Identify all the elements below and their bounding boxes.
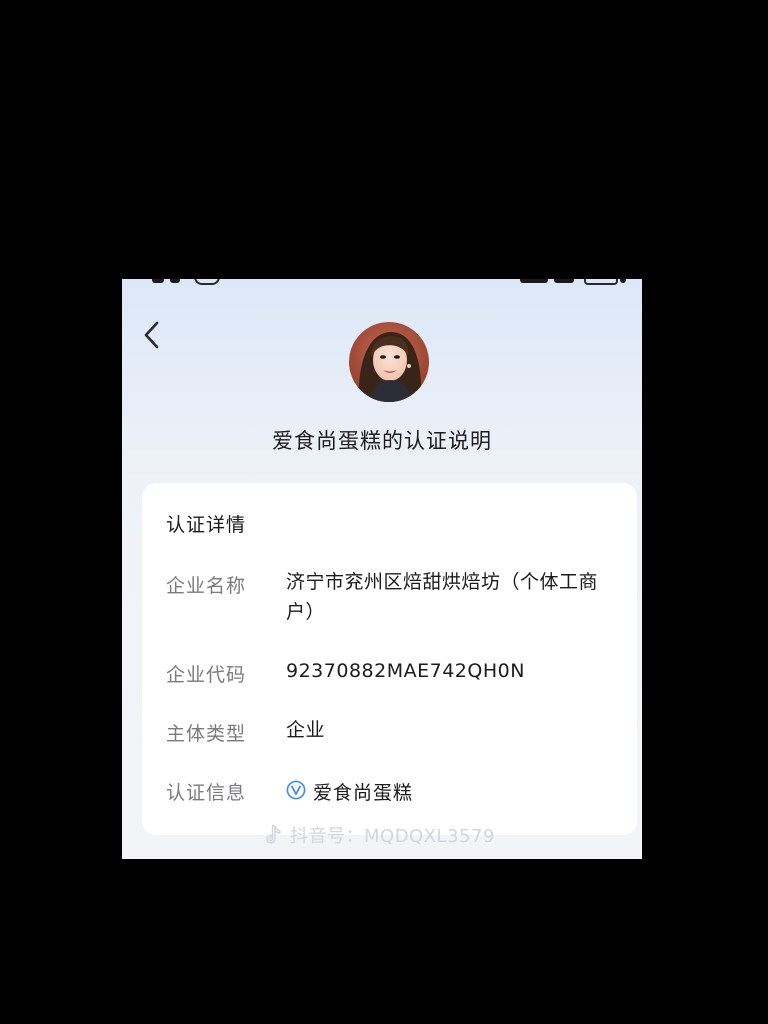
row-label-company-name: 企业名称 — [166, 575, 247, 597]
chevron-left-icon — [144, 321, 159, 349]
verified-v-icon — [286, 780, 306, 800]
avatar[interactable] — [349, 322, 429, 402]
card-title: 认证详情 — [166, 514, 247, 536]
wifi-icon — [554, 279, 574, 283]
row-label-entity-type: 主体类型 — [166, 723, 247, 745]
watermark: 抖音号：MQDQXL3579 — [264, 822, 495, 848]
status-time-fragment — [152, 279, 164, 283]
signal-icon — [520, 279, 548, 283]
battery-icon — [584, 279, 618, 285]
row-label-company-code: 企业代码 — [166, 664, 247, 686]
entity-type-value: 企业 — [286, 719, 326, 741]
battery-tip-icon — [620, 279, 626, 283]
status-time-fragment — [170, 279, 180, 283]
avatar-photo — [349, 322, 429, 402]
watermark-text: 抖音号：MQDQXL3579 — [290, 826, 495, 847]
company-name-value: 济宁市兖州区焙甜烘焙坊（个体工商户） — [286, 571, 599, 623]
status-bar — [122, 279, 642, 287]
verification-info-value: 爱食尚蛋糕 — [313, 782, 414, 804]
tiktok-icon — [266, 825, 281, 844]
video-frame: 爱食尚蛋糕的认证说明 认证详情 企业名称 济宁市兖州区焙甜烘焙坊（个体工商户） … — [0, 0, 768, 1024]
back-button[interactable] — [134, 317, 170, 353]
phone-screen: 爱食尚蛋糕的认证说明 认证详情 企业名称 济宁市兖州区焙甜烘焙坊（个体工商户） … — [122, 279, 642, 859]
page-title: 爱食尚蛋糕的认证说明 — [272, 429, 492, 453]
row-label-verification-info: 认证信息 — [166, 782, 247, 804]
company-code-value: 92370882MAE742QH0N — [286, 660, 525, 682]
certification-card: 认证详情 企业名称 济宁市兖州区焙甜烘焙坊（个体工商户） 企业代码 923708… — [142, 483, 637, 835]
status-notification-icon — [194, 279, 220, 285]
